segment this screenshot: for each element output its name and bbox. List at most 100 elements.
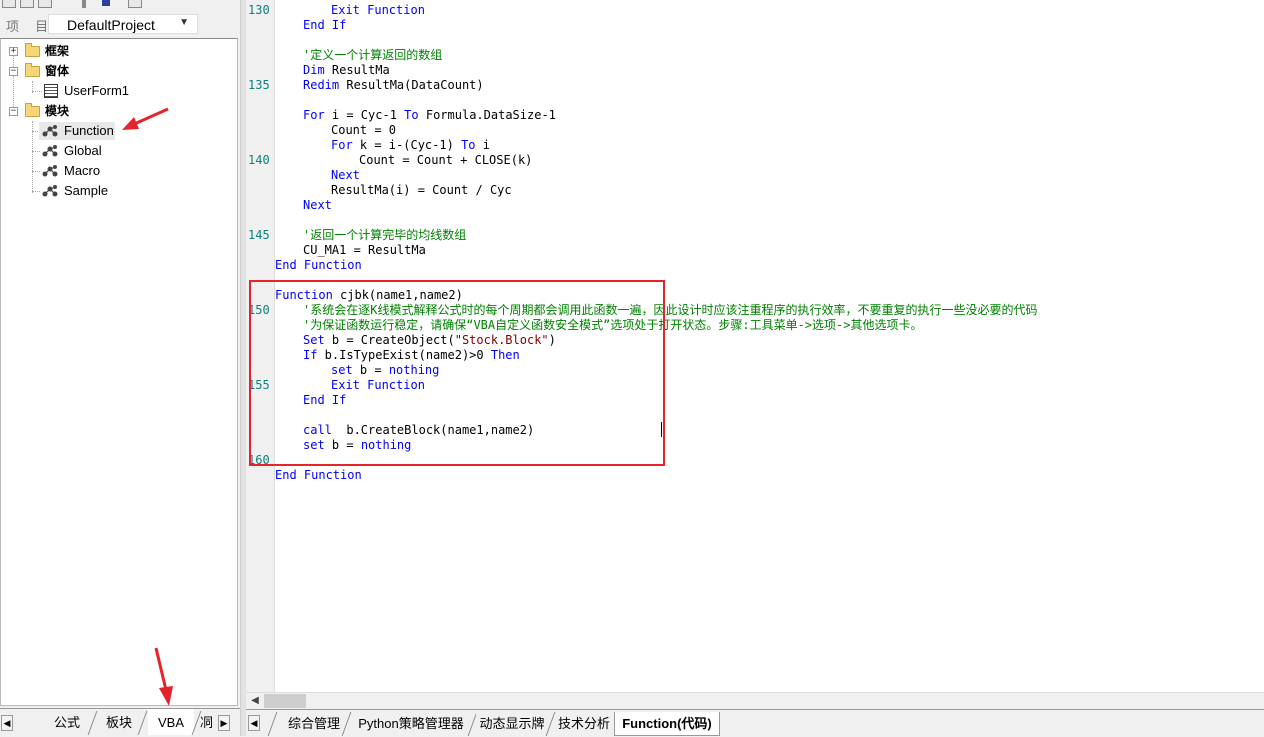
tree-node-label: Macro [64,163,101,178]
code-line: Exit Function [331,378,425,392]
code-keyword: To [461,138,476,152]
module-icon [42,125,58,137]
document-tab-bar: ◀ 综合管理 Python策略管理器 动态显示牌 技术分析 Function(代… [246,709,1264,737]
line-number: 140 [248,153,270,167]
code-line: Dim ResultMa [303,63,390,78]
tab-vba[interactable]: VBA [148,709,194,735]
code-line: Next [331,168,360,182]
code-keyword: call [303,423,332,437]
code-line: CU_MA1 = ResultMa [303,243,426,257]
code-text: cjbk(name1,name2) [332,288,463,302]
code-line: End Function [275,258,362,272]
code-keyword: For [331,138,353,152]
module-icon [42,165,58,177]
tree-node-label: Sample [64,183,109,198]
tab-general-management[interactable]: 综合管理 [284,712,344,736]
project-selector-row: 项 目 DefaultProject ▼ [0,12,240,38]
code-keyword: nothing [360,438,412,452]
tab-scroll-left-icon[interactable]: ◀ [248,715,260,731]
toolbar-button-2[interactable] [20,0,34,8]
code-text: b = CreateObject( [324,333,455,347]
tree-node-function[interactable]: Function [39,122,115,140]
tree-node-framework[interactable]: + 框架 [1,42,237,60]
toolbar-button-3[interactable] [38,0,52,8]
code-line: Set b = CreateObject("Stock.Block") [303,333,556,348]
left-tab-bar: ◀ 公式 板块 VBA 㓊 ▶ [0,708,246,737]
tab-function-code[interactable]: Function(代码) [614,712,720,736]
tab-python-strategy-manager[interactable]: Python策略管理器 [352,712,470,736]
explorer-toolbar [0,0,240,10]
tab-more[interactable]: 㓊 [200,709,212,735]
line-number: 135 [248,78,270,92]
line-number-gutter: 130 135 140 145 150 155 160 [246,0,275,692]
code-editor[interactable]: 130 135 140 145 150 155 160 Exit Functio… [246,0,1264,692]
code-keyword: Then [490,348,520,362]
tree-node-modules[interactable]: − 模块 [1,102,237,120]
folder-icon [25,43,40,57]
code-keyword: set [331,363,353,377]
stop-icon[interactable] [102,0,110,6]
project-dropdown[interactable]: DefaultProject ▼ [48,14,198,34]
code-text: b = [352,363,389,377]
scrollbar-thumb[interactable] [264,694,306,708]
code-keyword: If [303,348,318,362]
tab-dynamic-board[interactable]: 动态显示牌 [476,712,548,736]
tab-technical-analysis[interactable]: 技术分析 [556,712,612,736]
code-comment: '系统会在逐K线模式解释公式时的每个周期都会调用此函数一遍，因此设计时应该注重程… [303,303,1038,317]
module-icon [42,185,58,197]
code-text: b.IsTypeExist(name2)>0 [317,348,491,362]
tree-node-global[interactable]: Global [39,142,189,160]
code-keyword: For [303,108,325,122]
line-number: 160 [248,453,270,467]
toolbar-button-5[interactable] [128,0,142,8]
code-line: End If [303,393,347,407]
code-text: i = Cyc-1 [324,108,405,122]
project-dropdown-value: DefaultProject [67,17,155,33]
code-line: call b.CreateBlock(name1,name2) [303,423,534,438]
tree-node-windows[interactable]: − 窗体 [1,62,237,80]
collapse-icon[interactable]: − [9,107,18,116]
code-keyword: nothing [388,363,440,377]
code-line: For i = Cyc-1 To Formula.DataSize-1 [303,108,556,123]
text-caret [661,422,662,437]
collapse-icon[interactable]: − [9,67,18,76]
tree-node-label: 模块 [45,104,70,118]
tree-node-userform1[interactable]: UserForm1 [1,82,237,100]
code-line: set b = nothing [331,363,439,378]
expand-icon[interactable]: + [9,47,18,56]
chevron-down-icon: ▼ [179,17,189,28]
line-number: 145 [248,228,270,242]
code-text: ResultMa [324,63,390,77]
scroll-left-icon[interactable]: ◀ [248,694,262,708]
module-icon [42,145,58,157]
toolbar-button-4[interactable] [82,0,86,8]
code-line: Count = Count + CLOSE(k) [359,153,533,167]
tree-node-sample[interactable]: Sample [39,182,189,200]
tab-sector[interactable]: 板块 [98,709,140,735]
code-comment: '返回一个计算完毕的均线数组 [303,228,467,242]
code-keyword: Redim [303,78,340,92]
code-line: set b = nothing [303,438,411,453]
toolbar-button-1[interactable] [2,0,16,8]
tab-scroll-left-icon[interactable]: ◀ [1,715,13,731]
code-line: Redim ResultMa(DataCount) [303,78,484,93]
code-keyword: Dim [303,63,325,77]
code-text: ResultMa(DataCount) [339,78,484,92]
tree-node-macro[interactable]: Macro [39,162,189,180]
folder-open-icon [25,63,40,77]
code-string: "Stock.Block" [454,333,549,347]
tab-formula[interactable]: 公式 [44,709,90,735]
tree-node-label: Function [64,123,114,138]
project-explorer: 项 目 DefaultProject ▼ + 框架 − 窗体 UserForm1… [0,0,246,737]
code-keyword: To [404,108,419,122]
code-line: End If [303,18,347,32]
tab-scroll-right-icon[interactable]: ▶ [218,715,230,731]
code-line: Exit Function [331,3,425,17]
line-number: 150 [248,303,270,317]
folder-open-icon [25,103,40,117]
code-text: ) [548,333,556,347]
line-number: 155 [248,378,270,392]
horizontal-scrollbar[interactable]: ◀ [246,692,1264,710]
code-keyword: set [303,438,325,452]
tree-node-label: 框架 [45,44,70,58]
